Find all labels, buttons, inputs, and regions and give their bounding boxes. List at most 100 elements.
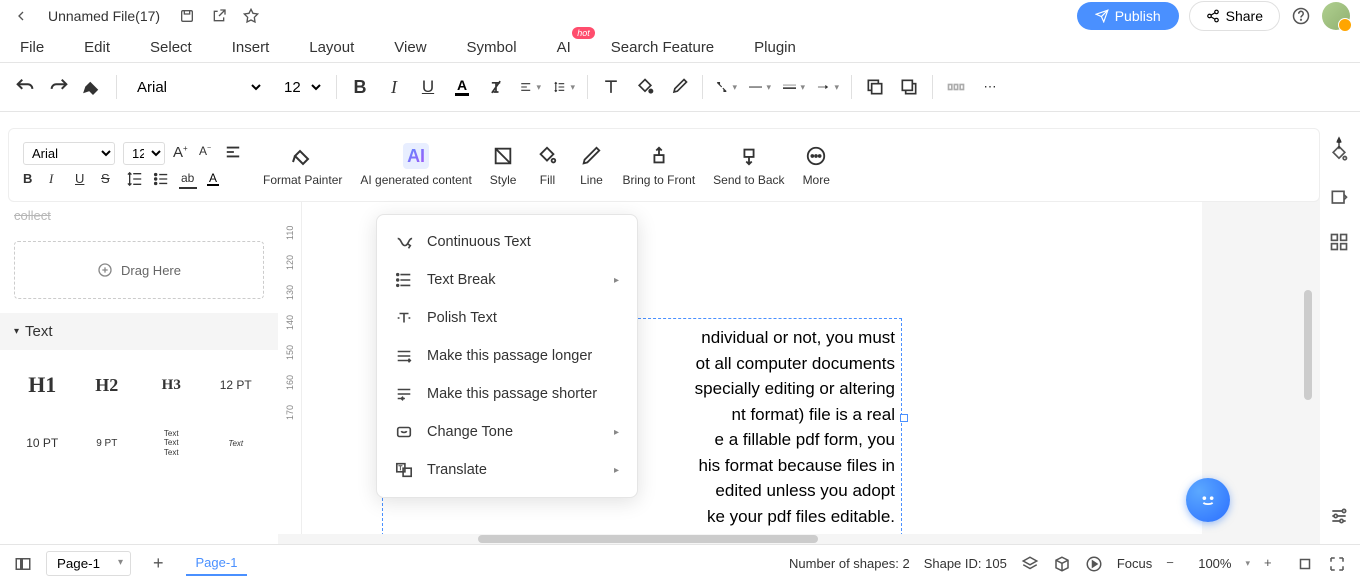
zoom-out-icon[interactable]: − bbox=[1166, 555, 1184, 573]
format-painter-icon[interactable] bbox=[82, 76, 104, 98]
preset-text-small[interactable]: Text bbox=[208, 418, 265, 468]
decrease-font-icon[interactable]: A− bbox=[199, 144, 217, 162]
save-icon[interactable] bbox=[176, 5, 198, 27]
send-back-group[interactable]: Send to Back bbox=[709, 143, 788, 187]
ctx-italic-icon[interactable]: I bbox=[49, 171, 67, 189]
menu-plugin[interactable]: Plugin bbox=[754, 39, 796, 56]
menu-ai[interactable]: AIhot bbox=[557, 39, 571, 56]
pin-icon[interactable] bbox=[1331, 135, 1347, 151]
rail-settings-icon[interactable] bbox=[1329, 506, 1351, 528]
add-page-button[interactable]: + bbox=[145, 553, 172, 574]
font-color-icon[interactable]: A bbox=[451, 76, 473, 98]
play-icon[interactable] bbox=[1085, 555, 1103, 573]
ai-generated-group[interactable]: AI AI generated content bbox=[356, 143, 475, 187]
hscroll-thumb[interactable] bbox=[478, 535, 818, 543]
export-icon[interactable] bbox=[208, 5, 230, 27]
increase-font-icon[interactable]: A+ bbox=[173, 144, 191, 162]
preset-h1[interactable]: H1 bbox=[14, 360, 71, 410]
zoom-in-icon[interactable]: + bbox=[1264, 555, 1282, 573]
zoom-level[interactable]: 100% bbox=[1198, 556, 1231, 571]
format-painter-group[interactable]: Format Painter bbox=[259, 143, 346, 187]
font-size-select[interactable]: 12 bbox=[276, 74, 324, 101]
ctx-highlight-icon[interactable]: ab bbox=[179, 171, 197, 189]
popup-text-break[interactable]: Text Break ▸ bbox=[377, 261, 637, 299]
menu-file[interactable]: File bbox=[20, 39, 44, 56]
preset-text-multi[interactable]: Text Text Text bbox=[143, 418, 200, 468]
rail-shape-icon[interactable] bbox=[1329, 188, 1351, 210]
clear-format-icon[interactable] bbox=[485, 76, 507, 98]
horizontal-scrollbar[interactable] bbox=[278, 534, 1320, 544]
menu-search-feature[interactable]: Search Feature bbox=[611, 39, 714, 56]
undo-icon[interactable] bbox=[14, 76, 36, 98]
publish-button[interactable]: Publish bbox=[1077, 2, 1179, 30]
ctx-bullets-icon[interactable] bbox=[153, 171, 171, 189]
ctx-strike-icon[interactable]: S bbox=[101, 171, 119, 189]
menu-symbol[interactable]: Symbol bbox=[467, 39, 517, 56]
fit-screen-icon[interactable] bbox=[1296, 555, 1314, 573]
popup-make-shorter[interactable]: Make this passage shorter bbox=[377, 375, 637, 413]
ctx-more-group[interactable]: More bbox=[799, 143, 834, 187]
italic-icon[interactable]: I bbox=[383, 76, 405, 98]
back-icon[interactable] bbox=[10, 5, 32, 27]
drag-here-zone[interactable]: Drag Here bbox=[14, 241, 264, 299]
pages-view-icon[interactable] bbox=[14, 555, 32, 573]
underline-icon[interactable]: U bbox=[417, 76, 439, 98]
align-icon[interactable] bbox=[519, 76, 541, 98]
ctx-underline-icon[interactable]: U bbox=[75, 171, 93, 189]
focus-button[interactable]: Focus bbox=[1117, 556, 1152, 571]
style-group[interactable]: Style bbox=[486, 143, 521, 187]
ctx-spacing-icon[interactable] bbox=[127, 171, 145, 189]
page-tab-active[interactable]: Page-1 bbox=[186, 551, 248, 576]
fullscreen-icon[interactable] bbox=[1328, 555, 1346, 573]
line-group[interactable]: Line bbox=[574, 143, 608, 187]
arrow-style-icon[interactable] bbox=[817, 76, 839, 98]
preset-12pt[interactable]: 12 PT bbox=[208, 360, 265, 410]
selection-handle[interactable] bbox=[900, 414, 908, 422]
preset-9pt[interactable]: 9 PT bbox=[79, 418, 136, 468]
page-select[interactable]: Page-1 bbox=[46, 551, 131, 576]
brush-icon[interactable] bbox=[668, 76, 690, 98]
bring-front-group[interactable]: Bring to Front bbox=[618, 143, 699, 187]
line-weight-icon[interactable] bbox=[783, 76, 805, 98]
share-button[interactable]: Share bbox=[1189, 1, 1280, 31]
preset-h2[interactable]: H2 bbox=[79, 360, 136, 410]
help-icon[interactable] bbox=[1290, 5, 1312, 27]
popup-make-longer[interactable]: Make this passage longer bbox=[377, 337, 637, 375]
avatar[interactable] bbox=[1322, 2, 1350, 30]
vertical-scrollbar[interactable] bbox=[1304, 290, 1312, 400]
menu-edit[interactable]: Edit bbox=[84, 39, 110, 56]
bold-icon[interactable]: B bbox=[349, 76, 371, 98]
text-tool-icon[interactable] bbox=[600, 76, 622, 98]
line-style-icon[interactable] bbox=[749, 76, 771, 98]
menu-insert[interactable]: Insert bbox=[232, 39, 270, 56]
text-section-header[interactable]: Text bbox=[0, 313, 278, 350]
popup-translate[interactable]: T Translate ▸ bbox=[377, 451, 637, 489]
ctx-size-select[interactable]: 12 bbox=[123, 142, 165, 165]
file-name[interactable]: Unnamed File(17) bbox=[42, 8, 166, 24]
ai-chat-bubble[interactable] bbox=[1186, 478, 1230, 522]
preset-10pt[interactable]: 10 PT bbox=[14, 418, 71, 468]
popup-change-tone[interactable]: Change Tone ▸ bbox=[377, 413, 637, 451]
layer-front-icon[interactable] bbox=[864, 76, 886, 98]
rail-grid-icon[interactable] bbox=[1329, 232, 1351, 254]
redo-icon[interactable] bbox=[48, 76, 70, 98]
font-family-select[interactable]: Arial bbox=[129, 74, 264, 101]
popup-polish-text[interactable]: Polish Text bbox=[377, 299, 637, 337]
star-icon[interactable] bbox=[240, 5, 262, 27]
distribute-icon[interactable] bbox=[945, 76, 967, 98]
line-spacing-icon[interactable] bbox=[553, 76, 575, 98]
ctx-align-icon[interactable] bbox=[225, 144, 243, 162]
fill-group[interactable]: Fill bbox=[530, 143, 564, 187]
ctx-font-color-icon[interactable]: A bbox=[205, 171, 223, 189]
preset-h3[interactable]: H3 bbox=[143, 360, 200, 410]
menu-view[interactable]: View bbox=[394, 39, 426, 56]
box-icon[interactable] bbox=[1053, 555, 1071, 573]
fill-icon[interactable] bbox=[634, 76, 656, 98]
popup-continuous-text[interactable]: Continuous Text bbox=[377, 223, 637, 261]
more-tools-icon[interactable]: ⋯ bbox=[979, 76, 1001, 98]
menu-select[interactable]: Select bbox=[150, 39, 192, 56]
menu-layout[interactable]: Layout bbox=[309, 39, 354, 56]
layer-back-icon[interactable] bbox=[898, 76, 920, 98]
ctx-font-select[interactable]: Arial bbox=[23, 142, 115, 165]
layers-icon[interactable] bbox=[1021, 555, 1039, 573]
